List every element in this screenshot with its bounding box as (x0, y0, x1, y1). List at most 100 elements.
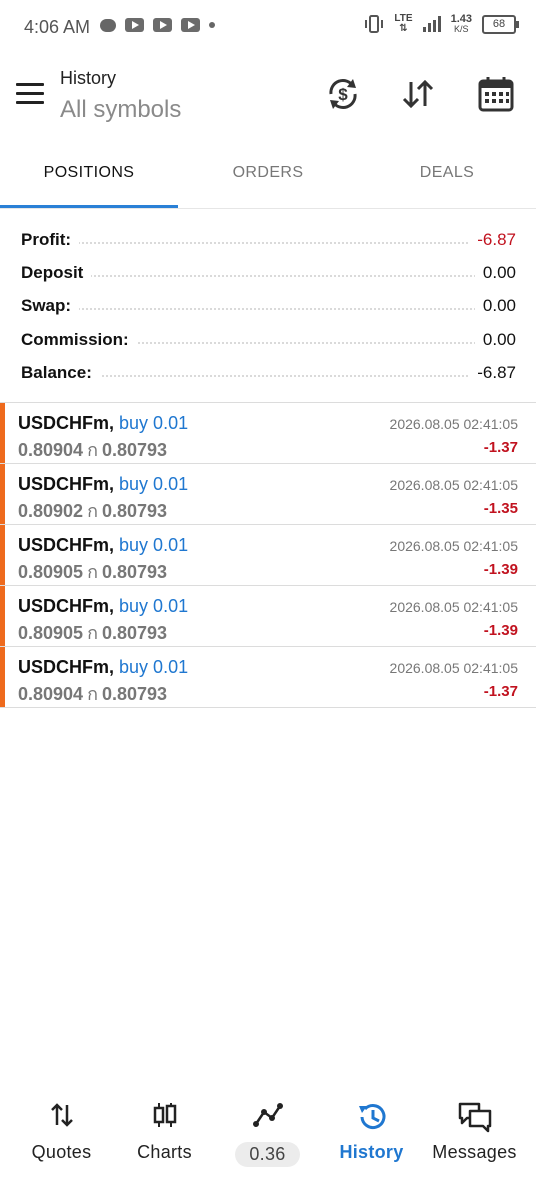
nav-label: 0.36 (235, 1142, 300, 1167)
open-price: 0.80904 (18, 440, 84, 460)
deal-profit: -1.39 (483, 561, 518, 578)
summary-row-deposit: Deposit 0.00 (21, 257, 516, 287)
network-type: LTE ⇅ (394, 13, 413, 34)
open-price: 0.80902 (18, 501, 84, 521)
battery-icon: 68 (482, 14, 519, 34)
sort-icon (402, 79, 434, 109)
more-notifications-dot-icon (209, 22, 215, 28)
open-price: 0.80904 (18, 684, 84, 704)
list-item[interactable]: USDCHFm, buy 0.01 0.80904 ก 0.80793 2026.0… (0, 403, 536, 464)
symbol-filter[interactable]: All symbols (60, 96, 181, 124)
deal-profit: -1.37 (483, 439, 518, 456)
vibrate-icon (365, 15, 384, 33)
buy-indicator (0, 586, 5, 646)
summary-row-balance: Balance: -6.87 (21, 357, 516, 387)
list-item[interactable]: USDCHFm, buy 0.01 0.80904 ก 0.80793 2026.0… (0, 647, 536, 708)
nav-charts[interactable]: Charts (111, 1090, 218, 1200)
tab-positions[interactable]: POSITIONS (0, 150, 178, 208)
calendar-button[interactable] (476, 74, 516, 114)
system-icons: LTE ⇅ 1.43 K/S 68 (364, 13, 519, 35)
buy-indicator (0, 403, 5, 463)
net-speed: 1.43 K/S (450, 13, 472, 35)
summary-value: -6.87 (469, 230, 516, 250)
sort-button[interactable] (398, 74, 438, 114)
tab-orders[interactable]: ORDERS (179, 150, 357, 208)
nav-trade[interactable]: 0.36 (214, 1090, 321, 1200)
buy-indicator (0, 647, 5, 707)
status-bar: 4:06 AM LTE ⇅ 1.43 K/S 68 (0, 0, 536, 56)
svg-text:$: $ (338, 85, 348, 104)
summary-label: Balance: (21, 363, 100, 383)
messages-icon (458, 1102, 491, 1133)
tab-bar: POSITIONS ORDERS DEALS (0, 150, 536, 209)
youtube-icon (153, 18, 172, 32)
close-price: 0.80793 (101, 684, 168, 704)
summary-row-commission: Commission: 0.00 (21, 324, 516, 354)
notification-icons (100, 18, 215, 32)
page-title: History (60, 68, 117, 88)
hamburger-menu-icon[interactable] (16, 83, 44, 109)
summary-value: 0.00 (474, 330, 516, 350)
positions-list: USDCHFm, buy 0.01 0.80904 ก 0.80793 2026.0… (0, 402, 536, 708)
summary-label: Commission: (21, 330, 137, 350)
symbol: USDCHFm, (18, 535, 115, 555)
close-price: 0.80793 (101, 501, 168, 521)
open-price: 0.80905 (18, 562, 84, 582)
calendar-icon (478, 77, 514, 112)
chat-bubble-icon (100, 18, 116, 32)
summary-label: Swap: (21, 296, 80, 316)
trade-type: buy 0.01 (119, 596, 189, 616)
trade-type: buy 0.01 (119, 474, 189, 494)
nav-messages[interactable]: Messages (421, 1090, 528, 1200)
arrow-icon: ก (87, 501, 98, 521)
youtube-icon (125, 18, 144, 32)
signal-icon (422, 16, 441, 32)
nav-label: Quotes (31, 1142, 92, 1162)
symbol: USDCHFm, (18, 474, 115, 494)
deal-time: 2026.08.05 02:41:05 (389, 538, 518, 554)
close-price: 0.80793 (101, 440, 168, 460)
close-price: 0.80793 (101, 623, 168, 643)
list-item[interactable]: USDCHFm, buy 0.01 0.80902 ก 0.80793 2026.0… (0, 464, 536, 525)
currency-exchange-icon: $ (329, 79, 357, 109)
trade-type: buy 0.01 (119, 413, 189, 433)
nav-label: Charts (137, 1142, 192, 1162)
history-icon (358, 1104, 385, 1130)
nav-quotes[interactable]: Quotes (8, 1090, 115, 1200)
deal-time: 2026.08.05 02:41:05 (389, 477, 518, 493)
list-item[interactable]: USDCHFm, buy 0.01 0.80905 ก 0.80793 2026.0… (0, 586, 536, 647)
bottom-navigation: Quotes Charts 0.36 History Messages (0, 1090, 536, 1200)
symbol: USDCHFm, (18, 413, 115, 433)
arrow-icon: ก (87, 623, 98, 643)
quotes-icon (50, 1103, 73, 1127)
charts-icon (153, 1103, 176, 1127)
arrow-icon: ก (87, 684, 98, 704)
buy-indicator (0, 525, 5, 585)
deal-time: 2026.08.05 02:41:05 (389, 599, 518, 615)
nav-history[interactable]: History (318, 1090, 425, 1200)
status-time: 4:06 AM (24, 17, 91, 37)
youtube-icon (181, 18, 200, 32)
summary-value: -6.87 (469, 363, 516, 383)
deal-profit: -1.39 (483, 622, 518, 639)
currency-exchange-button[interactable]: $ (323, 74, 363, 114)
summary-label: Deposit (21, 263, 92, 283)
list-item[interactable]: USDCHFm, buy 0.01 0.80905 ก 0.80793 2026.0… (0, 525, 536, 586)
trade-type: buy 0.01 (119, 535, 189, 555)
deal-time: 2026.08.05 02:41:05 (389, 416, 518, 432)
nav-label: History (339, 1142, 404, 1162)
symbol: USDCHFm, (18, 596, 115, 616)
summary-label: Profit: (21, 230, 80, 250)
symbol: USDCHFm, (18, 657, 115, 677)
summary-row-swap: Swap: 0.00 (21, 290, 516, 320)
arrow-icon: ก (87, 440, 98, 460)
nav-label: Messages (432, 1142, 517, 1162)
summary-row-profit: Profit: -6.87 (21, 224, 516, 254)
deal-profit: -1.37 (483, 683, 518, 700)
trade-icon (252, 1103, 283, 1127)
summary-value: 0.00 (474, 263, 516, 283)
open-price: 0.80905 (18, 623, 84, 643)
trade-type: buy 0.01 (119, 657, 189, 677)
tab-deals[interactable]: DEALS (358, 150, 536, 208)
deal-profit: -1.35 (483, 500, 518, 517)
